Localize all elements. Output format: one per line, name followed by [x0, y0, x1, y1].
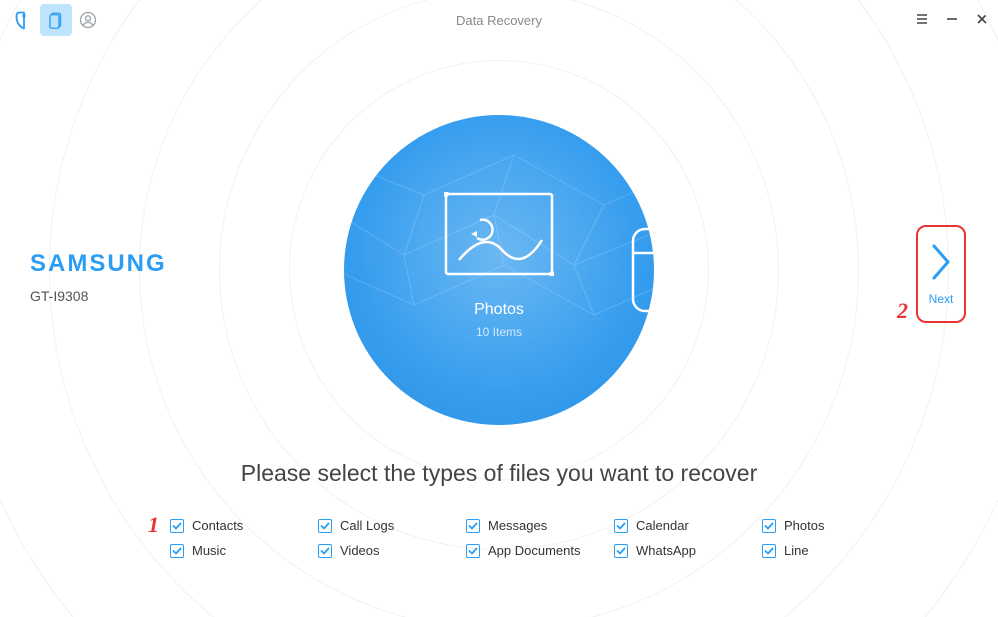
- header-icon-group: [0, 4, 104, 36]
- check-label: Videos: [340, 543, 380, 558]
- check-label: App Documents: [488, 543, 581, 558]
- checkbox-icon: [318, 544, 332, 558]
- check-item-app-documents[interactable]: App Documents: [466, 543, 614, 558]
- window-controls: [914, 0, 990, 40]
- check-item-line[interactable]: Line: [762, 543, 910, 558]
- check-item-calendar[interactable]: Calendar: [614, 518, 762, 533]
- category-circle[interactable]: Photos 10 Items: [344, 115, 654, 425]
- chevron-right-icon: [928, 242, 954, 282]
- checkbox-icon: [318, 519, 332, 533]
- checkbox-icon: [466, 544, 480, 558]
- instruction-text: Please select the types of files you wan…: [0, 460, 998, 487]
- next-category-peek-icon: [629, 225, 679, 320]
- user-tab-icon[interactable]: [72, 4, 104, 36]
- annotation-1: 1: [148, 512, 159, 538]
- check-item-music[interactable]: Music: [170, 543, 318, 558]
- check-label: Photos: [784, 518, 824, 533]
- check-item-videos[interactable]: Videos: [318, 543, 466, 558]
- check-item-whatsapp[interactable]: WhatsApp: [614, 543, 762, 558]
- device-model: GT-I9308: [30, 288, 167, 304]
- device-info: SAMSUNG GT-I9308: [30, 250, 167, 304]
- check-label: Messages: [488, 518, 547, 533]
- app-logo-icon[interactable]: [8, 4, 40, 36]
- circle-mesh-decor: [344, 115, 654, 425]
- title-bar: Data Recovery: [0, 0, 998, 40]
- check-item-messages[interactable]: Messages: [466, 518, 614, 533]
- checkbox-icon: [466, 519, 480, 533]
- close-icon[interactable]: [974, 12, 990, 28]
- check-label: Call Logs: [340, 518, 394, 533]
- window-title: Data Recovery: [456, 13, 542, 28]
- next-button[interactable]: Next: [916, 225, 966, 323]
- check-label: Music: [192, 543, 226, 558]
- check-label: Line: [784, 543, 809, 558]
- data-recovery-tab-icon[interactable]: [40, 4, 72, 36]
- minimize-icon[interactable]: [944, 12, 960, 29]
- check-row: Contacts Call Logs Messages Calendar Pho…: [170, 518, 918, 533]
- checkbox-icon: [170, 544, 184, 558]
- next-button-label: Next: [929, 292, 954, 306]
- check-item-photos[interactable]: Photos: [762, 518, 910, 533]
- menu-icon[interactable]: [914, 12, 930, 29]
- device-brand: SAMSUNG: [30, 250, 167, 278]
- checkbox-icon: [762, 544, 776, 558]
- annotation-2: 2: [897, 298, 908, 324]
- check-row: Music Videos App Documents WhatsApp Line: [170, 543, 918, 558]
- check-label: WhatsApp: [636, 543, 696, 558]
- checkbox-icon: [170, 519, 184, 533]
- checkbox-icon: [614, 519, 628, 533]
- check-label: Calendar: [636, 518, 689, 533]
- check-item-call-logs[interactable]: Call Logs: [318, 518, 466, 533]
- check-label: Contacts: [192, 518, 243, 533]
- file-type-checklist: Contacts Call Logs Messages Calendar Pho…: [170, 508, 918, 558]
- check-item-contacts[interactable]: Contacts: [170, 518, 318, 533]
- checkbox-icon: [614, 544, 628, 558]
- checkbox-icon: [762, 519, 776, 533]
